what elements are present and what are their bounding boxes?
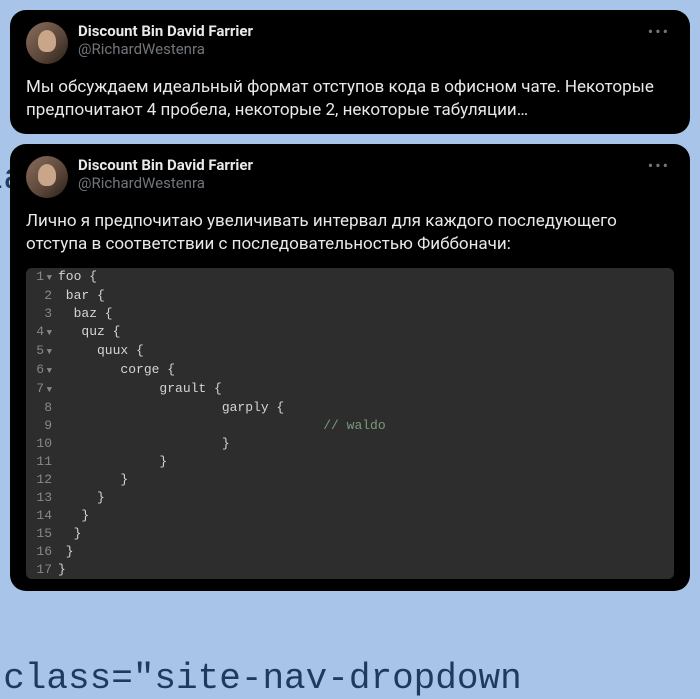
code-line: 2 bar {: [26, 287, 674, 305]
code-content: // waldo: [58, 417, 674, 435]
code-content: }: [58, 489, 674, 507]
code-line: 17 }: [26, 561, 674, 579]
code-line: 4▼ quz {: [26, 323, 674, 342]
code-line: 5▼ quux {: [26, 342, 674, 361]
line-number: 15: [26, 525, 58, 543]
avatar[interactable]: [26, 156, 68, 198]
code-line: 14 }: [26, 507, 674, 525]
code-content: quux {: [58, 342, 674, 361]
code-content: grault {: [58, 380, 674, 399]
line-number: 1▼: [26, 268, 58, 287]
code-content: }: [58, 453, 674, 471]
line-number: 17: [26, 561, 58, 579]
code-line: 12 }: [26, 471, 674, 489]
code-content: }: [58, 435, 674, 453]
line-number: 2: [26, 287, 58, 305]
code-block: 1▼foo {2 bar {3 baz {4▼ quz {5▼ quux {6▼…: [26, 268, 674, 579]
code-content: }: [58, 507, 674, 525]
display-name: Discount Bin David Farrier: [78, 156, 634, 174]
code-line: 1▼foo {: [26, 268, 674, 287]
user-info[interactable]: Discount Bin David Farrier @RichardWeste…: [78, 156, 634, 192]
tweet-header: Discount Bin David Farrier @RichardWeste…: [26, 156, 674, 198]
line-number: 13: [26, 489, 58, 507]
more-options-button[interactable]: •••: [644, 156, 674, 175]
code-content: }: [58, 543, 674, 561]
code-line: 3 baz {: [26, 305, 674, 323]
code-line: 6▼ corge {: [26, 361, 674, 380]
tweet-card: Discount Bin David Farrier @RichardWeste…: [10, 144, 690, 591]
code-content: corge {: [58, 361, 674, 380]
code-content: }: [58, 561, 674, 579]
code-content: }: [58, 525, 674, 543]
line-number: 14: [26, 507, 58, 525]
user-handle: @RichardWestenra: [78, 174, 634, 192]
line-number: 11: [26, 453, 58, 471]
display-name: Discount Bin David Farrier: [78, 22, 634, 40]
more-options-button[interactable]: •••: [644, 22, 674, 41]
code-line: 11 }: [26, 453, 674, 471]
avatar[interactable]: [26, 22, 68, 64]
code-content: }: [58, 471, 674, 489]
code-line: 13 }: [26, 489, 674, 507]
line-number: 6▼: [26, 361, 58, 380]
code-line: 9 // waldo: [26, 417, 674, 435]
code-content: bar {: [58, 287, 674, 305]
code-line: 7▼ grault {: [26, 380, 674, 399]
tweet-text: Лично я предпочитаю увеличивать интервал…: [26, 210, 674, 256]
code-content: foo {: [58, 268, 674, 287]
line-number: 5▼: [26, 342, 58, 361]
tweet-text: Мы обсуждаем идеальный формат отступов к…: [26, 76, 674, 122]
tweet-card: Discount Bin David Farrier @RichardWeste…: [10, 10, 690, 134]
tweets-container: Discount Bin David Farrier @RichardWeste…: [0, 0, 700, 611]
code-line: 15 }: [26, 525, 674, 543]
line-number: 12: [26, 471, 58, 489]
line-number: 10: [26, 435, 58, 453]
tweet-header: Discount Bin David Farrier @RichardWeste…: [26, 22, 674, 64]
line-number: 4▼: [26, 323, 58, 342]
code-content: garply {: [58, 399, 674, 417]
code-content: quz {: [58, 323, 674, 342]
code-line: 8 garply {: [26, 399, 674, 417]
code-line: 16 }: [26, 543, 674, 561]
line-number: 16: [26, 543, 58, 561]
line-number: 9: [26, 417, 58, 435]
user-info[interactable]: Discount Bin David Farrier @RichardWeste…: [78, 22, 634, 58]
user-handle: @RichardWestenra: [78, 40, 634, 58]
line-number: 7▼: [26, 380, 58, 399]
line-number: 8: [26, 399, 58, 417]
code-content: baz {: [58, 305, 674, 323]
background-code-text: a class="site-nav-dropdown: [0, 658, 522, 699]
line-number: 3: [26, 305, 58, 323]
code-line: 10 }: [26, 435, 674, 453]
